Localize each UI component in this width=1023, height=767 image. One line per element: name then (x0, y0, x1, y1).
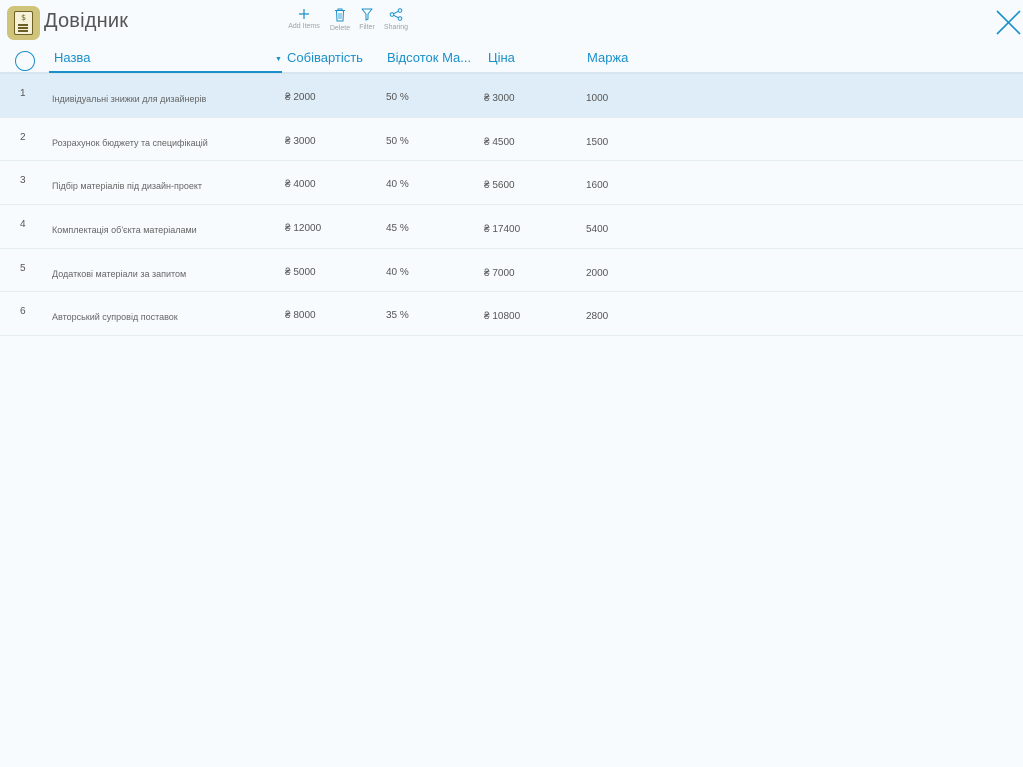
top-bar: $ Довідник Add Items Delete Filter Shari… (0, 0, 1023, 46)
row-cost: ₴ 12000 (285, 223, 322, 235)
row-name: Індивідуальні знижки для дизайнерів (52, 94, 207, 104)
row-price: ₴ 4500 (484, 136, 515, 148)
row-number: 5 (20, 262, 26, 274)
row-margin-percent: 40 % (386, 266, 409, 278)
row-cost: ₴ 2000 (285, 92, 316, 103)
close-icon[interactable] (995, 9, 1022, 36)
document-icon: $ (14, 11, 33, 35)
column-header-margin-percent[interactable]: Відсоток Ма... (387, 50, 477, 65)
row-margin: 1500 (586, 136, 609, 148)
row-cost: ₴ 8000 (285, 310, 316, 322)
row-number: 4 (20, 219, 26, 231)
sort-desc-icon: ▼ (275, 56, 282, 63)
row-margin-percent: 50 % (386, 135, 409, 147)
sharing-label: Sharing (383, 24, 409, 31)
row-margin: 2800 (586, 311, 609, 323)
row-number: 3 (20, 175, 26, 187)
table-row[interactable]: 5 Додаткові матеріали за запитом ₴ 5000 … (0, 249, 1023, 293)
row-name: Додаткові матеріали за запитом (52, 268, 187, 279)
table-row[interactable]: 6 Авторський супровід поставок ₴ 8000 35… (0, 292, 1023, 337)
row-price: ₴ 10800 (484, 311, 521, 323)
row-name: Підбір матеріалів під дизайн-проект (52, 181, 203, 192)
row-cost: ₴ 3000 (285, 135, 316, 147)
column-header-name[interactable]: Назва (49, 50, 282, 73)
trash-icon (335, 8, 345, 22)
row-margin-percent: 40 % (386, 179, 409, 191)
row-margin-percent: 35 % (386, 310, 409, 322)
row-cost: ₴ 5000 (285, 266, 316, 278)
select-all-checkbox[interactable] (15, 51, 35, 71)
row-margin-percent: 50 % (386, 92, 409, 103)
row-margin: 1000 (586, 93, 609, 104)
app-icon: $ (7, 6, 40, 40)
add-items-button[interactable]: Add Items (284, 8, 324, 30)
table-body: 1 Індивідуальні знижки для дизайнерів ₴ … (0, 74, 1023, 337)
row-margin: 5400 (586, 224, 609, 236)
row-cost: ₴ 4000 (285, 179, 316, 191)
row-price: ₴ 5600 (484, 180, 515, 192)
column-header-price[interactable]: Ціна (488, 50, 578, 65)
row-number: 1 (20, 88, 26, 99)
plus-icon (299, 9, 309, 19)
add-items-label: Add Items (288, 23, 320, 30)
row-margin: 1600 (586, 180, 609, 192)
row-number: 6 (20, 306, 26, 318)
row-name: Комплектація об'єкта матеріалами (52, 225, 197, 236)
table-row[interactable]: 1 Індивідуальні знижки для дизайнерів ₴ … (0, 74, 1023, 118)
sharing-button[interactable]: Sharing (376, 8, 416, 31)
row-price: ₴ 7000 (484, 267, 515, 279)
column-header-cost[interactable]: Собівартість (287, 50, 382, 65)
row-margin: 2000 (586, 267, 609, 279)
row-name: Розрахунок бюджету та специфікацій (52, 137, 208, 148)
page-title: Довідник (44, 10, 129, 32)
share-icon (389, 8, 403, 21)
table-row[interactable]: 3 Підбір матеріалів під дизайн-проект ₴ … (0, 161, 1023, 206)
row-margin-percent: 45 % (386, 223, 409, 235)
row-price: ₴ 3000 (484, 93, 515, 104)
column-header-margin[interactable]: Маржа (587, 50, 677, 65)
filter-icon (361, 8, 373, 21)
row-name: Авторський супровід поставок (52, 312, 178, 323)
row-price: ₴ 17400 (484, 224, 521, 236)
table-row[interactable]: 2 Розрахунок бюджету та специфікацій ₴ 3… (0, 118, 1023, 162)
table-row[interactable]: 4 Комплектація об'єкта матеріалами ₴ 120… (0, 205, 1023, 249)
table-header: Назва Собівартість Відсоток Ма... Ціна М… (0, 46, 1023, 74)
row-number: 2 (20, 131, 26, 143)
